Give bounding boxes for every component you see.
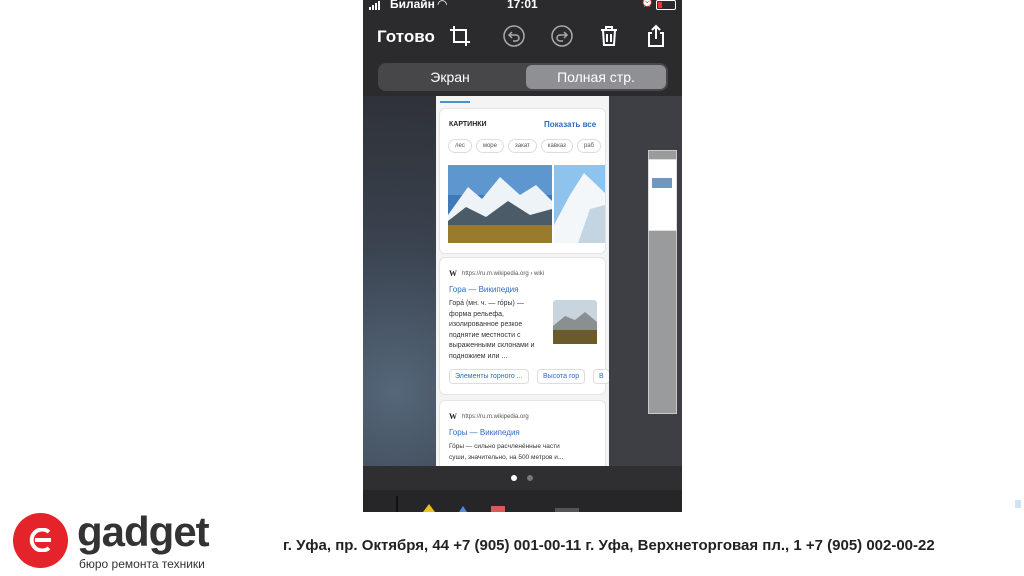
snippet-line: поднятие местности с (449, 331, 521, 339)
search-result-card: W https://ru.m.wikipedia.org › wiki Гора… (440, 258, 609, 394)
snippet-line: подножием или ... (449, 352, 508, 360)
corner-mark (1015, 500, 1021, 508)
filter-chip[interactable]: раб (576, 139, 601, 153)
wikipedia-icon: W (449, 269, 457, 278)
result-snippet: Гора́ (мн. ч. — го́ры) — форма рельефа, … (449, 299, 535, 362)
screenshot-toolbar: Готово (363, 20, 682, 54)
page-scroll-thumbnail[interactable] (648, 150, 677, 414)
result-snippet: Го́ры — сильно расчленённые части суши, … (449, 442, 563, 463)
markup-tools-icon (396, 496, 579, 512)
image-filter-chips: лес море закат кавказ раб (448, 139, 601, 153)
crop-icon[interactable] (447, 23, 473, 49)
logo-mark-icon (29, 528, 51, 552)
brand-name: gadget (77, 508, 210, 555)
alarm-icon: ⏰ (641, 0, 654, 8)
search-result-card: W https://ru.m.wikipedia.org Горы — Вики… (440, 401, 605, 466)
result-source: W https://ru.m.wikipedia.org (449, 412, 529, 421)
page-preview[interactable]: КАРТИНКИ Показать все лес море закат кав… (436, 96, 609, 466)
share-icon[interactable] (643, 23, 669, 49)
snippet-line: суши, значительно, на 500 метров и... (449, 453, 564, 461)
tab-screen[interactable]: Экран (380, 65, 520, 89)
battery-icon (656, 0, 676, 10)
snippet-line: Го́ры — сильно расчленённые части (449, 443, 560, 450)
wikipedia-icon: W (449, 412, 457, 421)
filter-chip[interactable]: море (475, 139, 504, 153)
done-button[interactable]: Готово (377, 27, 435, 47)
page-dot-active (511, 475, 517, 481)
snippet-line: выраженными склонами и (449, 342, 535, 349)
sitelink-chip[interactable]: Элементы горного ... (449, 369, 529, 384)
mountain-image[interactable] (448, 165, 552, 243)
snippet-line: изолированное резкое (449, 321, 523, 328)
sitelink-chip[interactable]: В (593, 369, 609, 384)
page-load-progress (440, 101, 470, 103)
mountain-image[interactable] (554, 165, 605, 243)
filter-chip[interactable]: закат (507, 139, 537, 153)
sitelink-chip[interactable]: Высота гор (537, 369, 586, 384)
brand-tagline: бюро ремонта техники (79, 557, 205, 571)
result-title-link[interactable]: Горы — Википедия (449, 428, 520, 437)
snippet-line: Гора́ (мн. ч. — го́ры) — (449, 300, 524, 307)
status-time: 17:01 (507, 0, 538, 11)
images-title: КАРТИНКИ (449, 121, 487, 128)
result-url: https://ru.m.wikipedia.org › wiki (462, 270, 545, 277)
snippet-line: форма рельефа, (449, 310, 504, 318)
result-url: https://ru.m.wikipedia.org (462, 413, 529, 420)
filter-chip[interactable]: лес (448, 139, 472, 153)
carrier-name: Билайн (390, 0, 435, 11)
phone-screenshot: Билайн ◠ 17:01 ⏰ Готово Экран Полная стр… (363, 0, 682, 512)
result-thumbnail[interactable] (553, 300, 597, 344)
undo-icon[interactable] (501, 23, 527, 49)
page-dot (527, 475, 533, 481)
thumbnail-viewport[interactable] (648, 159, 677, 231)
signal-icon (369, 0, 380, 10)
markup-tools-strip[interactable] (363, 490, 682, 512)
capture-mode-control: Экран Полная стр. (378, 63, 668, 91)
page-indicator (363, 466, 682, 490)
trash-icon[interactable] (596, 23, 622, 49)
footer-address: г. Уфа, пр. Октября, 44 +7 (905) 001-00-… (283, 537, 935, 554)
status-bar: Билайн ◠ 17:01 ⏰ (363, 0, 682, 12)
tab-full-page[interactable]: Полная стр. (526, 65, 666, 89)
redo-icon[interactable] (549, 23, 575, 49)
result-title-link[interactable]: Гора — Википедия (449, 285, 518, 294)
result-source: W https://ru.m.wikipedia.org › wiki (449, 269, 544, 278)
images-card: КАРТИНКИ Показать все лес море закат кав… (440, 109, 605, 253)
show-all-link[interactable]: Показать все (544, 120, 596, 129)
filter-chip[interactable]: кавказ (540, 139, 573, 153)
wifi-icon: ◠ (437, 0, 448, 11)
